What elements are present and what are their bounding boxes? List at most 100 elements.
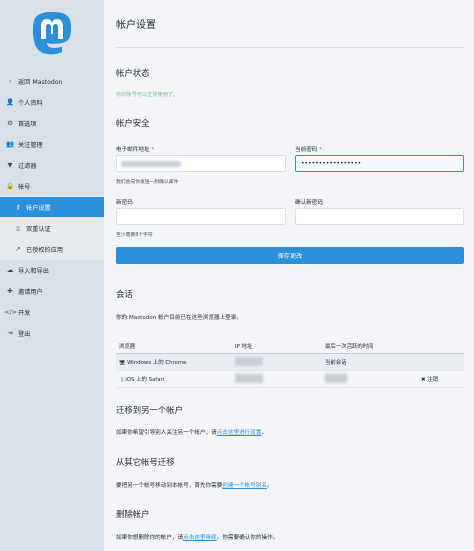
column-action bbox=[418, 338, 464, 354]
action-cell: ✖ 注销 bbox=[418, 370, 464, 388]
sidebar-item-preferences[interactable]: ⚙ 首选项 bbox=[0, 113, 104, 133]
revoke-button[interactable]: ✖ 注销 bbox=[421, 377, 438, 383]
sidebar-item-back[interactable]: ‹ 返回 Mastodon bbox=[0, 71, 104, 91]
sign-out-icon: ⇥ bbox=[7, 329, 13, 337]
revoke-label: 注销 bbox=[427, 377, 439, 383]
user-icon: 👤 bbox=[5, 98, 15, 106]
sidebar-item-relationships[interactable]: 👥 关注管理 bbox=[0, 134, 104, 154]
sidebar-item-label: 导入和导出 bbox=[18, 267, 49, 275]
status-heading: 帐户状态 bbox=[116, 68, 150, 78]
new-password-label: 新密码 bbox=[116, 200, 133, 206]
sessions-description: 你的 Mastodon 帐户目前已在这些浏览器上登录。 bbox=[116, 315, 242, 321]
sidebar-item-two-factor[interactable]: ▯ 双重认证 bbox=[0, 218, 104, 238]
email-label: 电子邮件地址 * bbox=[116, 145, 154, 153]
current-password-label-text: 当前密码 bbox=[295, 147, 318, 153]
gear-icon: ⚙ bbox=[7, 119, 13, 127]
required-mark: * bbox=[151, 147, 155, 153]
table-row: 🖥 Windows 上的 Chrome 当前会话 bbox=[116, 353, 464, 371]
sidebar-item-label: 返回 Mastodon bbox=[18, 78, 63, 86]
sidebar-item-label: 已授权的应用 bbox=[26, 246, 64, 254]
sessions-table: 浏览器 IP 地址 最后一次活跃的时间 🖥 Windows 上的 Chrome … bbox=[116, 338, 464, 388]
migrate-to-link[interactable]: 点击这里进行设置 bbox=[217, 430, 262, 436]
email-label-text: 电子邮件地址 bbox=[116, 147, 150, 153]
current-password-field[interactable]: ••••••••••••••••• bbox=[295, 155, 464, 172]
main-content: 帐户设置 帐户状态 你的帐号可以正常使用了。 帐户安全 电子邮件地址 * 我们会… bbox=[104, 0, 474, 551]
ip-cell bbox=[232, 370, 322, 388]
migrate-from-link[interactable]: 创建一个帐号别名 bbox=[222, 483, 267, 489]
sidebar-item-label: 邀请用户 bbox=[18, 288, 43, 296]
sidebar-item-filters[interactable]: ▼ 过滤器 bbox=[0, 155, 104, 175]
sidebar-item-label: 个人资料 bbox=[18, 99, 43, 107]
security-heading: 帐户安全 bbox=[116, 118, 150, 128]
sidebar-item-label: 双重认证 bbox=[26, 225, 51, 233]
migrate-from-text: 要把另一个帐号移动到本帐号，首先你需要创建一个帐号别名。 bbox=[116, 481, 273, 489]
filter-icon: ▼ bbox=[7, 161, 13, 169]
sidebar-item-label: 关注管理 bbox=[18, 141, 43, 149]
column-last-active: 最后一次活跃的时间 bbox=[322, 338, 418, 354]
browser-cell: 🖥 Windows 上的 Chrome bbox=[116, 353, 232, 371]
new-password-field[interactable] bbox=[116, 208, 286, 225]
sidebar-item-invites[interactable]: ✚ 邀请用户 bbox=[0, 281, 104, 301]
redacted-ip bbox=[235, 357, 263, 366]
close-icon: ✖ bbox=[421, 377, 426, 383]
ip-cell bbox=[232, 353, 322, 371]
migrate-from-text-end: 。 bbox=[267, 483, 273, 489]
browser-name: iOS 上的 Safari bbox=[125, 377, 165, 383]
migrate-to-heading: 迁移到另一个帐户 bbox=[116, 405, 183, 415]
email-hint: 我们会向你发送一封确认邮件 bbox=[116, 180, 179, 185]
chevron-left-icon: ‹ bbox=[8, 77, 12, 85]
browser-cell: ▯ iOS 上的 Safari bbox=[116, 370, 232, 388]
confirm-password-field[interactable] bbox=[295, 208, 464, 225]
sidebar-item-label: 帐户设置 bbox=[26, 204, 51, 212]
column-ip: IP 地址 bbox=[232, 338, 322, 354]
save-button[interactable]: 保存更改 bbox=[116, 247, 464, 264]
mobile-icon: ▯ bbox=[120, 377, 124, 383]
page-title: 帐户设置 bbox=[116, 20, 156, 31]
current-password-label: 当前密码 * bbox=[295, 145, 322, 153]
delete-text-body: 如果你想删除你的帐户，请 bbox=[116, 535, 184, 541]
sidebar-item-authorized-apps[interactable]: ↗ 已授权的应用 bbox=[0, 239, 104, 259]
migrate-to-text-end: 。 bbox=[261, 430, 268, 436]
sidebar-item-account[interactable]: 🔒 帐号 bbox=[0, 176, 104, 196]
mastodon-logo[interactable] bbox=[30, 10, 74, 56]
redacted-email bbox=[121, 161, 181, 167]
sidebar-item-label: 过滤器 bbox=[18, 162, 37, 170]
column-browser: 浏览器 bbox=[116, 338, 232, 354]
desktop-icon: 🖥 bbox=[119, 360, 126, 366]
user-plus-icon: ✚ bbox=[7, 287, 13, 295]
table-header-row: 浏览器 IP 地址 最后一次活跃的时间 bbox=[116, 338, 464, 354]
last-active-cell: 当前会话 bbox=[322, 353, 418, 371]
table-row: ▯ iOS 上的 Safari ✖ 注销 bbox=[116, 370, 464, 388]
status-text: 你的帐号可以正常使用了。 bbox=[116, 92, 179, 98]
confirm-password-label: 确认新密码 bbox=[295, 200, 323, 206]
delete-link[interactable]: 点击这里继续 bbox=[183, 535, 217, 541]
migrate-from-text-body: 要把另一个帐号移动到本帐号，首先你需要 bbox=[116, 483, 223, 489]
lock-icon: 🔒 bbox=[5, 182, 15, 190]
sidebar-item-label: 帐号 bbox=[18, 183, 31, 191]
sidebar-item-profile[interactable]: 👤 个人资料 bbox=[0, 92, 104, 112]
required-mark: * bbox=[319, 147, 322, 153]
delete-text-end: 。你需要确认你的操作。 bbox=[216, 535, 279, 541]
sidebar: ‹ 返回 Mastodon 👤 个人资料 ⚙ 首选项 👥 关注管理 ▼ 过滤器 … bbox=[0, 0, 104, 551]
sidebar-item-label: 开发 bbox=[18, 309, 31, 317]
email-field[interactable] bbox=[116, 155, 286, 172]
cloud-download-icon: ☁ bbox=[6, 266, 14, 274]
key-icon: ⚷ bbox=[15, 203, 21, 211]
sidebar-item-logout[interactable]: ⇥ 登出 bbox=[0, 323, 104, 343]
sidebar-item-account-settings[interactable]: ⚷ 帐户设置 bbox=[0, 197, 104, 217]
last-active-cell bbox=[322, 370, 418, 388]
sidebar-item-import-export[interactable]: ☁ 导入和导出 bbox=[0, 260, 104, 280]
delete-heading: 删除帐户 bbox=[116, 509, 150, 519]
migrate-to-text-body: 如果你希望引导别人关注另一个帐户，请 bbox=[116, 430, 217, 436]
migrate-to-text: 如果你希望引导别人关注另一个帐户，请点击这里进行设置。 bbox=[116, 428, 267, 436]
users-icon: 👥 bbox=[5, 140, 15, 148]
divider bbox=[116, 47, 464, 48]
sidebar-item-development[interactable]: </> 开发 bbox=[0, 302, 104, 322]
action-cell bbox=[418, 353, 464, 371]
redacted-ip bbox=[235, 374, 263, 383]
code-icon: </> bbox=[4, 308, 18, 316]
delete-text: 如果你想删除你的帐户，请点击这里继续。你需要确认你的操作。 bbox=[116, 533, 278, 541]
migrate-from-heading: 从其它帐号迁移 bbox=[116, 457, 175, 467]
redacted-time bbox=[325, 374, 347, 383]
external-link-icon: ↗ bbox=[15, 245, 21, 253]
